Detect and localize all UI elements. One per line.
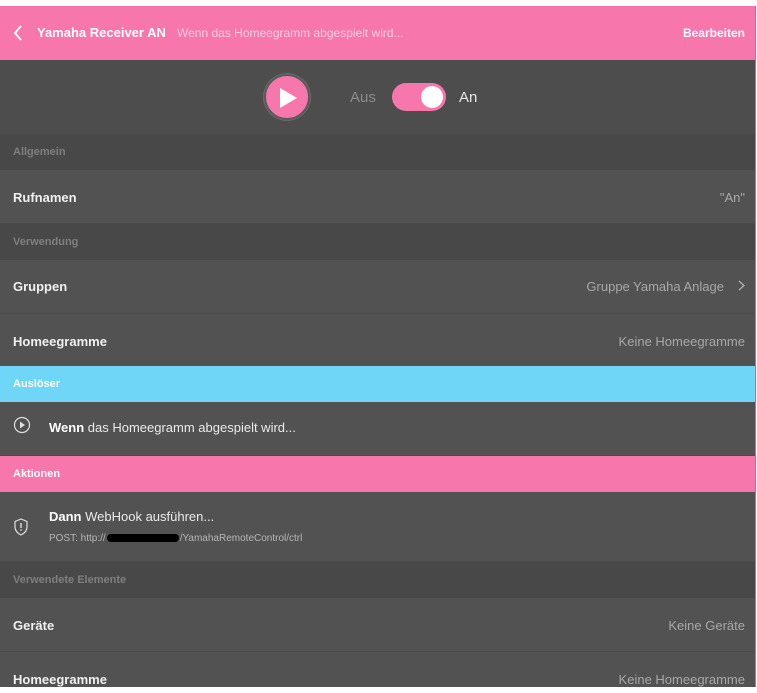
action-row[interactable]: Dann WebHook ausführen... POST: http:// /… [0, 492, 755, 562]
chevron-right-icon [738, 279, 745, 294]
active-toggle[interactable] [392, 83, 446, 111]
redacted-host [106, 534, 179, 543]
back-chevron-icon[interactable] [11, 22, 29, 44]
section-header-used-elements: Verwendete Elemente [0, 562, 755, 598]
toggle-off-label: Aus [350, 89, 376, 106]
action-detail-suffix: /YamahaRemoteControl/ctrl [179, 533, 303, 544]
section-header-general: Allgemein [0, 134, 755, 170]
groups-label: Gruppen [13, 279, 68, 294]
action-keyword: Dann [49, 509, 82, 524]
devices-row[interactable]: Geräte Keine Geräte [0, 598, 755, 652]
control-bar: Aus An [0, 60, 755, 134]
homeegrams-value: Keine Homeegramme [618, 334, 745, 349]
used-homeegrams-label: Homeegramme [13, 672, 107, 687]
call-names-value: "An" [719, 190, 745, 205]
call-names-label: Rufnamen [13, 190, 77, 205]
call-names-row[interactable]: Rufnamen "An" [0, 170, 755, 224]
webhook-shield-icon [13, 518, 29, 541]
toggle-knob [421, 86, 443, 108]
app-window: Yamaha Receiver AN Wenn das Homeegramm a… [0, 6, 756, 687]
play-circle-icon [13, 416, 31, 439]
devices-label: Geräte [13, 618, 55, 633]
play-icon [280, 88, 297, 108]
homeegrams-label: Homeegramme [13, 334, 107, 349]
top-bar: Yamaha Receiver AN Wenn das Homeegramm a… [0, 6, 755, 60]
toggle-on-label: An [459, 89, 478, 106]
homeegrams-row[interactable]: Homeegramme Keine Homeegramme [0, 314, 755, 368]
action-text: WebHook ausführen... [81, 509, 215, 524]
used-homeegrams-row[interactable]: Homeegramme Keine Homeegramme [0, 652, 755, 687]
play-button[interactable] [264, 74, 310, 120]
action-detail-prefix: POST: http:// [49, 533, 106, 544]
section-header-actions: Aktionen [0, 456, 755, 492]
page-subtitle: Wenn das Homeegramm abgespielt wird... [177, 26, 404, 40]
edit-button[interactable]: Bearbeiten [683, 26, 745, 40]
trigger-keyword: Wenn [49, 420, 85, 435]
trigger-text: das Homeegramm abgespielt wird... [84, 420, 296, 435]
section-header-trigger: Auslöser [0, 366, 755, 402]
used-homeegrams-value: Keine Homeegramme [618, 672, 745, 687]
groups-value: Gruppe Yamaha Anlage [586, 279, 724, 294]
trigger-row[interactable]: Wenn das Homeegramm abgespielt wird... [0, 402, 755, 456]
page-title: Yamaha Receiver AN [37, 25, 166, 40]
devices-value: Keine Geräte [668, 618, 745, 633]
section-header-usage: Verwendung [0, 224, 755, 260]
groups-row[interactable]: Gruppen Gruppe Yamaha Anlage [0, 260, 755, 314]
